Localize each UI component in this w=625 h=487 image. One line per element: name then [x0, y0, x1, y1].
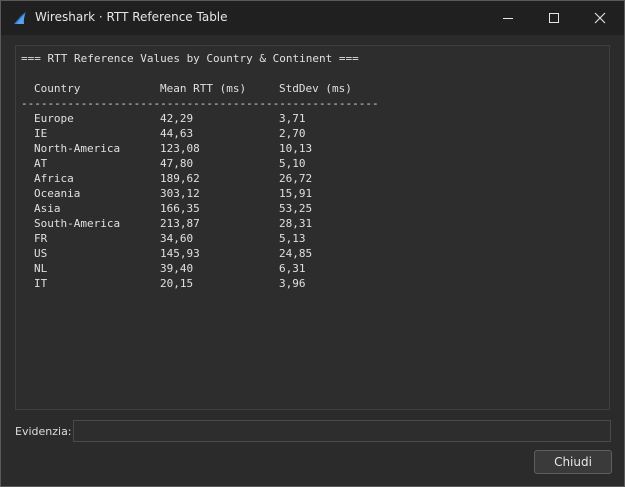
- country-cell: US: [34, 247, 48, 260]
- minimize-icon: [503, 18, 513, 19]
- country-cell: South-America: [34, 217, 121, 230]
- country-cell: Oceania: [34, 187, 81, 200]
- stddev-cell: 24,85: [279, 247, 313, 260]
- table-row: South-America 213,87 28,31: [16, 216, 609, 231]
- column-header-stddev: StdDev (ms): [279, 82, 352, 95]
- maximize-button[interactable]: [531, 1, 577, 35]
- stddev-cell: 5,13: [279, 232, 306, 245]
- stddev-cell: 3,96: [279, 277, 306, 290]
- stddev-cell: 3,71: [279, 112, 306, 125]
- stddev-cell: 5,10: [279, 157, 306, 170]
- highlight-input[interactable]: [73, 420, 611, 442]
- highlight-label: Evidenzia:: [15, 425, 72, 438]
- mean-rtt-cell: 123,08: [160, 142, 200, 155]
- dialog-window: Wireshark · RTT Reference Table === RTT …: [0, 0, 625, 487]
- country-cell: IT: [34, 277, 48, 290]
- country-cell: Asia: [34, 202, 61, 215]
- mean-rtt-cell: 166,35: [160, 202, 200, 215]
- maximize-icon: [549, 13, 559, 23]
- mean-rtt-cell: 39,40: [160, 262, 194, 275]
- stddev-cell: 26,72: [279, 172, 313, 185]
- mean-rtt-cell: 213,87: [160, 217, 200, 230]
- stddev-cell: 2,70: [279, 127, 306, 140]
- table-row: IT 20,15 3,96: [16, 276, 609, 291]
- close-button[interactable]: Chiudi: [534, 450, 612, 474]
- mean-rtt-cell: 20,15: [160, 277, 194, 290]
- mean-rtt-cell: 189,62: [160, 172, 200, 185]
- country-cell: AT: [34, 157, 48, 170]
- mean-rtt-cell: 42,29: [160, 112, 194, 125]
- mean-rtt-cell: 34,60: [160, 232, 194, 245]
- report-rows: Europe 42,29 3,71 IE 44,63 2,70 North-Am…: [16, 111, 609, 291]
- column-header-country: Country: [34, 82, 81, 95]
- report-header: === RTT Reference Values by Country & Co…: [21, 52, 359, 65]
- window-title: Wireshark · RTT Reference Table: [35, 10, 228, 24]
- country-cell: NL: [34, 262, 48, 275]
- column-header-mean-rtt: Mean RTT (ms): [160, 82, 247, 95]
- stddev-cell: 10,13: [279, 142, 313, 155]
- table-row: FR 34,60 5,13: [16, 231, 609, 246]
- close-icon: [594, 12, 606, 24]
- mean-rtt-cell: 145,93: [160, 247, 200, 260]
- report-text-area[interactable]: === RTT Reference Values by Country & Co…: [15, 45, 610, 410]
- table-row: Europe 42,29 3,71: [16, 111, 609, 126]
- table-row: NL 39,40 6,31: [16, 261, 609, 276]
- stddev-cell: 28,31: [279, 217, 313, 230]
- table-row: US 145,93 24,85: [16, 246, 609, 261]
- mean-rtt-cell: 47,80: [160, 157, 194, 170]
- stddev-cell: 53,25: [279, 202, 313, 215]
- country-cell: FR: [34, 232, 48, 245]
- mean-rtt-cell: 303,12: [160, 187, 200, 200]
- country-cell: North-America: [34, 142, 121, 155]
- close-window-button[interactable]: [577, 1, 623, 35]
- table-row: AT 47,80 5,10: [16, 156, 609, 171]
- country-cell: Europe: [34, 112, 74, 125]
- table-row: Oceania 303,12 15,91: [16, 186, 609, 201]
- mean-rtt-cell: 44,63: [160, 127, 194, 140]
- title-bar[interactable]: Wireshark · RTT Reference Table: [1, 1, 624, 35]
- country-cell: IE: [34, 127, 48, 140]
- wireshark-fin-icon: [12, 10, 28, 26]
- stddev-cell: 6,31: [279, 262, 306, 275]
- table-row: Africa 189,62 26,72: [16, 171, 609, 186]
- table-row: Asia 166,35 53,25: [16, 201, 609, 216]
- table-row: IE 44,63 2,70: [16, 126, 609, 141]
- separator-line: ----------------------------------------…: [21, 97, 379, 110]
- minimize-button[interactable]: [485, 1, 531, 35]
- country-cell: Africa: [34, 172, 74, 185]
- stddev-cell: 15,91: [279, 187, 313, 200]
- table-row: North-America 123,08 10,13: [16, 141, 609, 156]
